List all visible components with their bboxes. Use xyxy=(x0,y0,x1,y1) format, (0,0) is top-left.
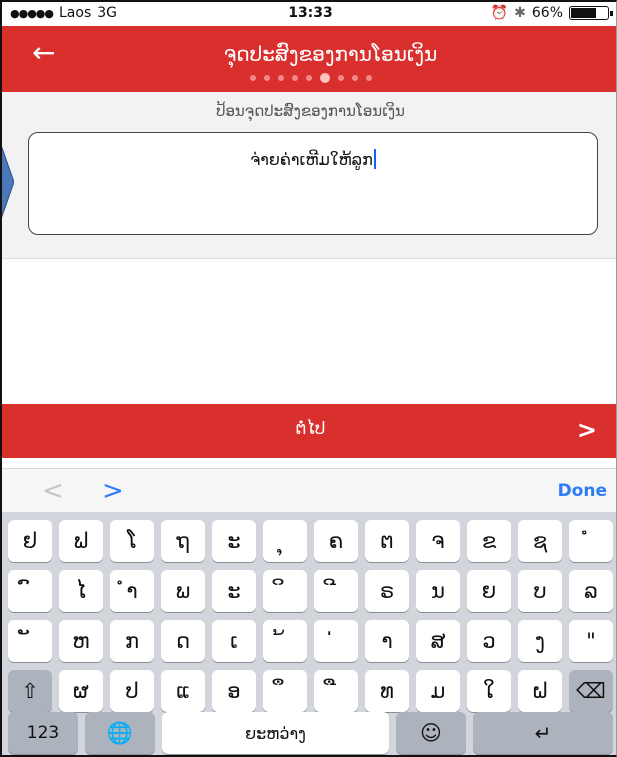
letter-key[interactable]: ື xyxy=(314,670,358,712)
letter-key[interactable]: ກ xyxy=(110,620,154,662)
letter-key[interactable]: ຶ xyxy=(263,670,307,712)
letter-key[interactable]: ຫ xyxy=(59,620,103,662)
letter-key[interactable]: ແ xyxy=(161,670,205,712)
letter-key[interactable]: ຊ xyxy=(518,520,562,562)
side-pointer-icon xyxy=(2,146,14,218)
letter-key[interactable]: ຜ xyxy=(59,670,103,712)
shift-key[interactable]: ⇧ xyxy=(8,670,52,712)
form-section: ປ້ອນຈຸດປະສົງຂອງການໂອນເງິນ ຈ່າຍຄ່າເຫີມໃຫ້… xyxy=(2,92,616,259)
letter-key[interactable]: ທ xyxy=(365,670,409,712)
next-field-button[interactable]: > xyxy=(102,476,124,506)
numbers-key[interactable]: 123 xyxy=(8,712,78,754)
letter-key[interactable]: ດ xyxy=(161,620,205,662)
letter-key[interactable]: " xyxy=(569,620,613,662)
header-bar: ← ຈຸດປະສົງຂອງການໂອນເງິນ xyxy=(2,26,616,92)
letter-key[interactable]: ັ xyxy=(8,620,52,662)
keyboard-row-2: ົໄຳພະິີຣນຍບລ xyxy=(8,570,613,612)
space-key[interactable]: ຍະຫວ່າງ xyxy=(162,712,389,754)
field-caption: ປ້ອນຈຸດປະສົງຂອງການໂອນເງິນ xyxy=(216,102,405,120)
letter-key[interactable]: ຟ xyxy=(59,520,103,562)
letter-key[interactable]: ຸ xyxy=(263,520,307,562)
step-dot xyxy=(365,75,372,81)
letter-key[interactable]: ໃ xyxy=(467,670,511,712)
step-dot xyxy=(305,75,312,81)
letter-key[interactable]: ເ xyxy=(212,620,256,662)
letter-key[interactable]: ວ xyxy=(467,620,511,662)
letter-key[interactable]: ຈ xyxy=(416,520,460,562)
letter-key[interactable]: ລ xyxy=(569,570,613,612)
backspace-key[interactable]: ⌫ xyxy=(569,670,613,712)
step-indicator xyxy=(2,73,616,83)
letter-key[interactable]: ຕ xyxy=(365,520,409,562)
text-cursor xyxy=(373,149,376,169)
battery-percent: 66% xyxy=(531,5,563,21)
letter-key[interactable]: ຝ xyxy=(518,670,562,712)
letter-key[interactable]: ນ xyxy=(416,570,460,612)
alarm-icon: ⏰ xyxy=(490,5,509,21)
letter-key[interactable]: ໂ xyxy=(110,520,154,562)
next-button-label: ຕໍ່ໄປ xyxy=(295,419,326,439)
globe-icon[interactable]: 🌐 xyxy=(85,712,155,754)
step-dot xyxy=(351,75,358,81)
letter-key[interactable]: ຂ xyxy=(467,520,511,562)
letter-key[interactable]: ະ xyxy=(212,520,256,562)
chevron-right-icon: > xyxy=(576,416,597,444)
letter-key[interactable]: ບ xyxy=(518,570,562,612)
purpose-input-value: ຈ່າຍຄ່າເຫີມໃຫ້ລູກ xyxy=(250,150,373,169)
keyboard: ຢຟໂຖະຸຄຕຈຂຊໍ ົໄຳພະິີຣນຍບລ ັຫກດເ້່າສວງ" ⇧… xyxy=(2,512,616,755)
letter-key[interactable]: ຢ xyxy=(8,520,52,562)
letter-key[interactable]: ຖ xyxy=(161,520,205,562)
next-button[interactable]: ຕໍ່ໄປ > xyxy=(2,404,616,458)
step-dot xyxy=(319,73,330,83)
status-bar: ●●●●● Laos 3G 13:33 ⏰ ✱ 66% xyxy=(2,2,616,26)
step-dot xyxy=(263,75,270,81)
step-dot xyxy=(291,75,298,81)
letter-key[interactable]: ອ xyxy=(212,670,256,712)
letter-key[interactable]: ຍ xyxy=(467,570,511,612)
letter-key[interactable]: ປ xyxy=(110,670,154,712)
letter-key[interactable]: ່ xyxy=(314,620,358,662)
step-dot xyxy=(277,75,284,81)
letter-key[interactable]: ໄ xyxy=(59,570,103,612)
letter-key[interactable]: ີ xyxy=(314,570,358,612)
keyboard-row-1: ຢຟໂຖະຸຄຕຈຂຊໍ xyxy=(8,520,613,562)
letter-key[interactable]: ຳ xyxy=(110,570,154,612)
letter-key[interactable]: າ xyxy=(365,620,409,662)
back-arrow-icon[interactable]: ← xyxy=(32,38,55,68)
letter-key[interactable]: ພ xyxy=(161,570,205,612)
step-dot xyxy=(249,75,256,81)
letter-key[interactable]: ສ xyxy=(416,620,460,662)
previous-field-button[interactable]: < xyxy=(42,476,64,506)
screen: ●●●●● Laos 3G 13:33 ⏰ ✱ 66% ← ຈຸດປະສົງຂອ… xyxy=(0,0,617,757)
letter-key[interactable]: ິ xyxy=(263,570,307,612)
return-key[interactable]: ↵ xyxy=(473,712,613,754)
letter-key[interactable]: ຄ xyxy=(314,520,358,562)
letter-key[interactable]: ງ xyxy=(518,620,562,662)
letter-key[interactable]: ຣ xyxy=(365,570,409,612)
battery-icon xyxy=(569,6,613,20)
page-title: ຈຸດປະສົງຂອງການໂອນເງິນ xyxy=(223,42,438,66)
emoji-icon[interactable]: ☺ xyxy=(396,712,466,754)
done-button[interactable]: Done xyxy=(558,481,607,501)
letter-key[interactable]: ົ xyxy=(8,570,52,612)
keyboard-row-4: ⇧ຜປແອຶືທມໃຝ⌫ xyxy=(8,670,613,712)
bluetooth-icon: ✱ xyxy=(514,5,526,21)
step-dot xyxy=(337,75,344,81)
letter-key[interactable]: ມ xyxy=(416,670,460,712)
purpose-input[interactable]: ຈ່າຍຄ່າເຫີມໃຫ້ລູກ xyxy=(28,132,598,235)
keyboard-row-5: 123 🌐 ຍະຫວ່າງ ☺ ↵ xyxy=(8,712,613,754)
letter-key[interactable]: ໍ xyxy=(569,520,613,562)
keyboard-row-3: ັຫກດເ້່າສວງ" xyxy=(8,620,613,662)
keyboard-accessory-bar: < > Done xyxy=(2,468,616,512)
letter-key[interactable]: ະ xyxy=(212,570,256,612)
letter-key[interactable]: ້ xyxy=(263,620,307,662)
